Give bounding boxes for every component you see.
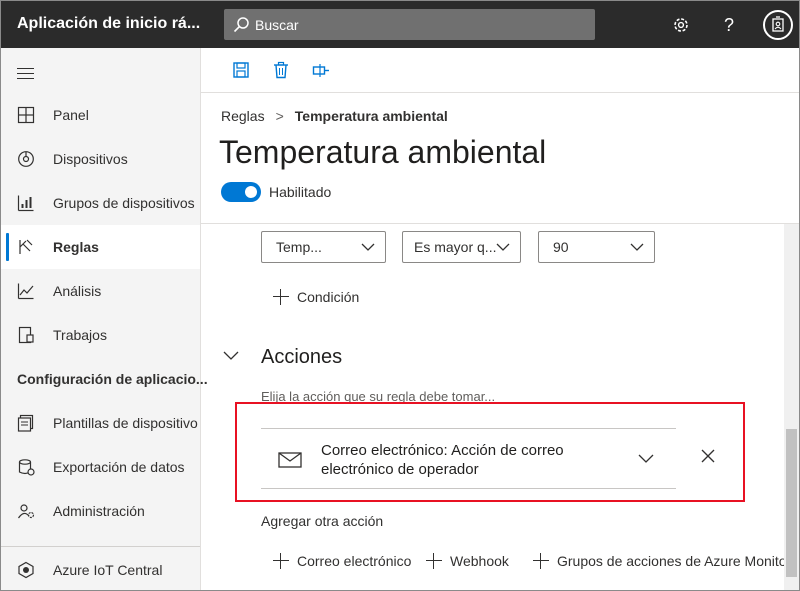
chevron-down-icon: [496, 243, 510, 251]
devices-icon: [18, 151, 34, 167]
sidebar-item-label: Azure IoT Central: [53, 562, 163, 578]
add-webhook-action-button[interactable]: Webhook: [426, 553, 509, 569]
vertical-scrollbar[interactable]: [784, 224, 799, 590]
breadcrumb-parent-link[interactable]: Reglas: [221, 108, 265, 124]
sidebar-item-grupos-de-dispositivos[interactable]: Grupos de dispositivos: [1, 181, 200, 225]
dashboard-icon: [17, 106, 35, 124]
badge-icon: [772, 16, 784, 32]
breadcrumb: Reglas > Temperatura ambiental: [221, 108, 448, 124]
telemetry-dropdown[interactable]: Temp...: [261, 231, 386, 263]
enabled-toggle-label: Habilitado: [269, 184, 332, 200]
device-templates-icon: [17, 414, 34, 432]
sidebar-divider: [1, 546, 200, 547]
sidebar-item-label: Dispositivos: [53, 151, 128, 167]
administration-icon: [18, 504, 35, 519]
sidebar-item-dispositivos[interactable]: Dispositivos: [1, 137, 200, 181]
sidebar-item-label: Trabajos: [53, 327, 107, 343]
collapse-chevron-icon[interactable]: [223, 351, 239, 361]
action-card-text: Correo electrónico: Acción de correo ele…: [321, 442, 564, 478]
data-export-icon: [18, 459, 35, 476]
operator-dropdown[interactable]: Es mayor q...: [402, 231, 521, 263]
plus-icon: [273, 553, 289, 569]
add-azure-monitor-action-button[interactable]: Grupos de acciones de Azure Monitor: [533, 553, 791, 569]
sidebar-item-label: Reglas: [53, 239, 99, 255]
save-icon[interactable]: [232, 61, 250, 79]
user-avatar[interactable]: [763, 10, 793, 40]
sidebar-item-label: Exportación de datos: [53, 459, 185, 475]
add-condition-button[interactable]: Condición: [273, 289, 359, 305]
plus-icon: [426, 553, 442, 569]
sidebar-item-exportacion[interactable]: Exportación de datos: [1, 445, 200, 489]
condition-value: 90: [553, 239, 569, 255]
header-divider: [201, 223, 799, 224]
sidebar-item-reglas[interactable]: Reglas: [1, 225, 200, 269]
analytics-icon: [17, 283, 34, 300]
sidebar-item-trabajos[interactable]: Trabajos: [1, 313, 200, 357]
toggle-knob: [245, 186, 257, 198]
mail-icon: [278, 452, 302, 468]
telemetry-value: Temp...: [276, 239, 322, 255]
actions-section-title: Acciones: [261, 346, 343, 368]
page-title[interactable]: Temperatura ambiental: [219, 134, 546, 171]
add-azure-monitor-label: Grupos de acciones de Azure Monitor: [557, 553, 792, 569]
close-icon[interactable]: [701, 449, 715, 463]
app-window: Aplicación de inicio rá... Buscar ? Pane…: [0, 0, 800, 591]
help-icon[interactable]: ?: [717, 13, 741, 37]
sidebar: Panel Dispositivos Grupos de dispositivo…: [1, 48, 208, 590]
enabled-toggle[interactable]: [221, 182, 261, 202]
search-box[interactable]: Buscar: [224, 9, 595, 40]
add-email-action-button[interactable]: Correo electrónico: [273, 553, 411, 569]
sidebar-item-panel[interactable]: Panel: [1, 93, 200, 137]
config-section-header[interactable]: Configuración de aplicacio...: [17, 371, 208, 387]
sidebar-item-label: Plantillas de dispositivo: [53, 415, 198, 431]
sidebar-item-administracion[interactable]: Administración: [1, 489, 200, 533]
azure-iot-central-icon: [18, 561, 34, 579]
sidebar-item-azure-iot-central[interactable]: Azure IoT Central: [1, 548, 200, 590]
sidebar-item-label: Grupos de dispositivos: [53, 195, 195, 211]
delete-icon[interactable]: [272, 61, 290, 79]
sidebar-item-label: Análisis: [53, 283, 102, 299]
toolbar: [201, 48, 799, 93]
operator-value: Es mayor q...: [414, 239, 497, 255]
chevron-down-icon: [361, 243, 375, 251]
add-condition-label: Condición: [297, 289, 360, 305]
sidebar-item-label: Administración: [53, 503, 145, 519]
breadcrumb-separator: >: [275, 108, 284, 124]
test-action-icon[interactable]: [312, 61, 330, 79]
search-icon: [233, 17, 249, 33]
plus-icon: [273, 289, 289, 305]
app-title[interactable]: Aplicación de inicio rá...: [17, 15, 200, 33]
sidebar-item-plantillas[interactable]: Plantillas de dispositivo: [1, 401, 200, 445]
rules-icon: [19, 239, 33, 254]
add-email-label: Correo electrónico: [297, 553, 412, 569]
plus-icon: [533, 553, 549, 569]
add-other-action-label: Agregar otra acción: [261, 513, 384, 529]
breadcrumb-current: Temperatura ambiental: [294, 108, 448, 124]
value-dropdown[interactable]: 90: [538, 231, 655, 263]
device-groups-icon: [17, 195, 34, 212]
jobs-icon: [18, 326, 34, 344]
email-action-card[interactable]: Correo electrónico: Acción de correo ele…: [261, 428, 676, 489]
chevron-down-icon: [630, 243, 644, 251]
scrollbar-thumb[interactable]: [786, 429, 797, 577]
search-placeholder: Buscar: [255, 17, 299, 33]
add-webhook-label: Webhook: [450, 553, 509, 569]
expand-chevron-icon[interactable]: [638, 454, 654, 464]
sidebar-item-analisis[interactable]: Análisis: [1, 269, 200, 313]
top-bar: Aplicación de inicio rá... Buscar ?: [1, 1, 799, 48]
hamburger-menu-icon[interactable]: [17, 68, 34, 80]
settings-gear-icon[interactable]: [669, 13, 693, 37]
sidebar-item-label: Panel: [53, 107, 89, 123]
